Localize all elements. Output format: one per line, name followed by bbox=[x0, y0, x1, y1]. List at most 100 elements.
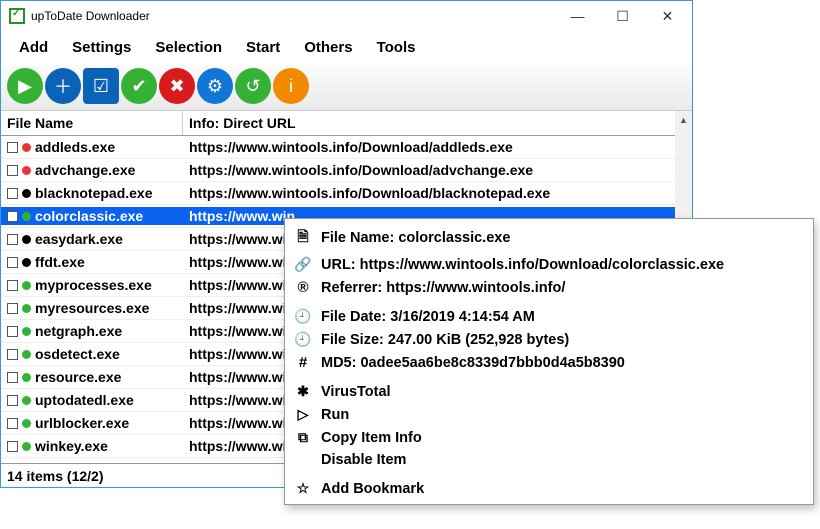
app-title: upToDate Downloader bbox=[31, 9, 150, 23]
file-url: https://www.wintools.info/Download/addle… bbox=[189, 139, 513, 155]
file-name: resource.exe bbox=[35, 369, 121, 385]
ctx-url[interactable]: 🔗 URL: https://www.wintools.info/Downloa… bbox=[285, 253, 813, 276]
row-checkbox[interactable] bbox=[7, 395, 18, 406]
status-dot-icon bbox=[22, 419, 31, 428]
row-checkbox[interactable] bbox=[7, 280, 18, 291]
ctx-run[interactable]: ▷ Run bbox=[285, 403, 813, 426]
ctx-date[interactable]: 🕘 File Date: 3/16/2019 4:14:54 AM bbox=[285, 305, 813, 328]
status-text: 14 items (12/2) bbox=[7, 468, 104, 484]
toolbar: ▶＋☑✔✖⚙↺i bbox=[1, 66, 692, 111]
row-checkbox[interactable] bbox=[7, 211, 18, 222]
menu-settings[interactable]: Settings bbox=[60, 35, 143, 60]
table-row[interactable]: addleds.exe https://www.wintools.info/Dow… bbox=[1, 136, 692, 159]
file-url: https://www.win bbox=[189, 231, 295, 247]
delete-button[interactable]: ✖ bbox=[159, 68, 195, 104]
file-name: osdetect.exe bbox=[35, 346, 120, 362]
context-menu: 🗎 File Name: colorclassic.exe 🔗 URL: htt… bbox=[284, 218, 814, 505]
file-name: advchange.exe bbox=[35, 162, 135, 178]
ctx-bookmark[interactable]: ☆ Add Bookmark bbox=[285, 477, 813, 500]
file-url: https://www.win bbox=[189, 254, 295, 270]
link-icon: 🔗 bbox=[293, 256, 313, 273]
status-dot-icon bbox=[22, 327, 31, 336]
file-url: https://www.win bbox=[189, 369, 295, 385]
file-name: urlblocker.exe bbox=[35, 415, 129, 431]
status-dot-icon bbox=[22, 143, 31, 152]
minimize-button[interactable]: — bbox=[555, 2, 600, 30]
file-url: https://www.win bbox=[189, 300, 295, 316]
menubar: AddSettingsSelectionStartOthersTools bbox=[1, 31, 692, 66]
status-dot-icon bbox=[22, 212, 31, 221]
file-icon: 🗎 bbox=[293, 226, 313, 250]
col-info-url[interactable]: Info: Direct URL bbox=[183, 111, 692, 135]
file-url: https://www.win bbox=[189, 392, 295, 408]
row-checkbox[interactable] bbox=[7, 326, 18, 337]
file-url: https://www.win bbox=[189, 323, 295, 339]
file-name: netgraph.exe bbox=[35, 323, 122, 339]
menu-start[interactable]: Start bbox=[234, 35, 292, 60]
menu-others[interactable]: Others bbox=[292, 35, 364, 60]
file-url: https://www.wintools.info/Download/black… bbox=[189, 185, 550, 201]
ctx-size[interactable]: 🕘 File Size: 247.00 KiB (252,928 bytes) bbox=[285, 328, 813, 351]
ctx-referrer[interactable]: ® Referrer: https://www.wintools.info/ bbox=[285, 276, 813, 299]
checkbox-button[interactable]: ☑ bbox=[83, 68, 119, 104]
row-checkbox[interactable] bbox=[7, 257, 18, 268]
row-checkbox[interactable] bbox=[7, 418, 18, 429]
row-checkbox[interactable] bbox=[7, 303, 18, 314]
row-checkbox[interactable] bbox=[7, 349, 18, 360]
status-dot-icon bbox=[22, 281, 31, 290]
menu-add[interactable]: Add bbox=[7, 35, 60, 60]
file-url: https://www.wintools.info/Download/advch… bbox=[189, 162, 533, 178]
ctx-disable[interactable]: Disable Item bbox=[285, 449, 813, 471]
ctx-md5[interactable]: # MD5: 0adee5aa6be8c8339d7bbb0d4a5b8390 bbox=[285, 351, 813, 374]
file-url: https://www.win bbox=[189, 208, 295, 224]
hash-icon: # bbox=[293, 354, 313, 371]
file-url: https://www.win bbox=[189, 346, 295, 362]
add-button[interactable]: ＋ bbox=[45, 68, 81, 104]
row-checkbox[interactable] bbox=[7, 188, 18, 199]
ctx-virustotal[interactable]: ✱ VirusTotal bbox=[285, 380, 813, 403]
star-icon: ☆ bbox=[293, 480, 313, 497]
ctx-copy[interactable]: ⧉ Copy Item Info bbox=[285, 426, 813, 449]
status-dot-icon bbox=[22, 235, 31, 244]
file-name: easydark.exe bbox=[35, 231, 123, 247]
status-dot-icon bbox=[22, 304, 31, 313]
clock-icon: 🕘 bbox=[293, 331, 313, 348]
table-row[interactable]: advchange.exe https://www.wintools.info/D… bbox=[1, 159, 692, 182]
col-file-name[interactable]: File Name bbox=[1, 111, 183, 135]
file-url: https://www.win bbox=[189, 277, 295, 293]
play-icon: ▷ bbox=[293, 406, 313, 423]
file-name: colorclassic.exe bbox=[35, 208, 143, 224]
refresh-button[interactable]: ↺ bbox=[235, 68, 271, 104]
info-button[interactable]: i bbox=[273, 68, 309, 104]
row-checkbox[interactable] bbox=[7, 234, 18, 245]
file-name: myresources.exe bbox=[35, 300, 149, 316]
file-name: winkey.exe bbox=[35, 438, 108, 454]
menu-selection[interactable]: Selection bbox=[143, 35, 234, 60]
app-icon bbox=[9, 8, 25, 24]
settings-button[interactable]: ⚙ bbox=[197, 68, 233, 104]
status-dot-icon bbox=[22, 189, 31, 198]
table-header: File Name Info: Direct URL bbox=[1, 111, 692, 136]
row-checkbox[interactable] bbox=[7, 441, 18, 452]
file-name: uptodatedl.exe bbox=[35, 392, 134, 408]
file-name: blacknotepad.exe bbox=[35, 185, 153, 201]
table-row[interactable]: blacknotepad.exe https://www.wintools.inf… bbox=[1, 182, 692, 205]
bug-icon: ✱ bbox=[293, 383, 313, 400]
close-button[interactable]: ✕ bbox=[645, 2, 690, 30]
menu-tools[interactable]: Tools bbox=[365, 35, 428, 60]
status-dot-icon bbox=[22, 396, 31, 405]
titlebar: upToDate Downloader — ☐ ✕ bbox=[1, 1, 692, 31]
scroll-up-icon[interactable]: ▲ bbox=[675, 111, 692, 128]
maximize-button[interactable]: ☐ bbox=[600, 2, 645, 30]
row-checkbox[interactable] bbox=[7, 372, 18, 383]
file-url: https://www.win bbox=[189, 438, 295, 454]
row-checkbox[interactable] bbox=[7, 142, 18, 153]
registered-icon: ® bbox=[293, 279, 313, 296]
row-checkbox[interactable] bbox=[7, 165, 18, 176]
play-button[interactable]: ▶ bbox=[7, 68, 43, 104]
ctx-filename[interactable]: 🗎 File Name: colorclassic.exe bbox=[285, 223, 813, 253]
ok-button[interactable]: ✔ bbox=[121, 68, 157, 104]
file-url: https://www.win bbox=[189, 415, 295, 431]
file-name: addleds.exe bbox=[35, 139, 115, 155]
status-dot-icon bbox=[22, 258, 31, 267]
